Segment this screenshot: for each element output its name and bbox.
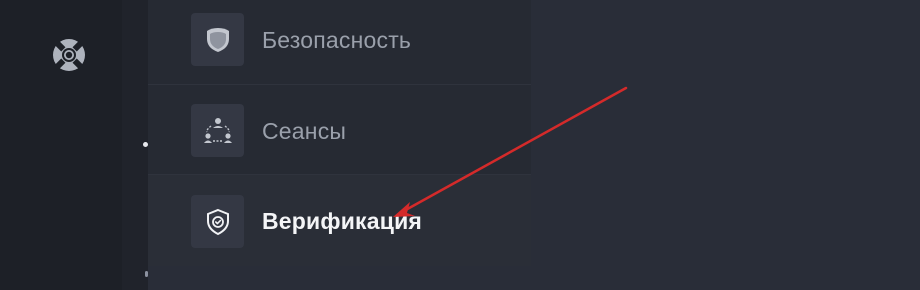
menu-item-label: Верификация [262,208,423,234]
verified-shield-icon [191,195,244,248]
menu-item-label: Безопасность [262,27,412,53]
network-sessions-icon [191,104,244,157]
settings-menu: Безопасность Сеансы Верификация [148,0,531,266]
shield-icon [191,13,244,66]
menu-item-sessions[interactable]: Сеансы [148,85,531,175]
menu-item-verification[interactable]: Верификация [148,175,531,266]
left-rail [0,0,122,290]
lifebuoy-icon[interactable] [51,37,87,73]
scroll-indicator-dot-secondary [145,271,148,277]
menu-item-label: Сеансы [262,118,347,144]
menu-item-security[interactable]: Безопасность [148,0,531,85]
app-window: Безопасность Сеансы Верификация [0,0,920,290]
